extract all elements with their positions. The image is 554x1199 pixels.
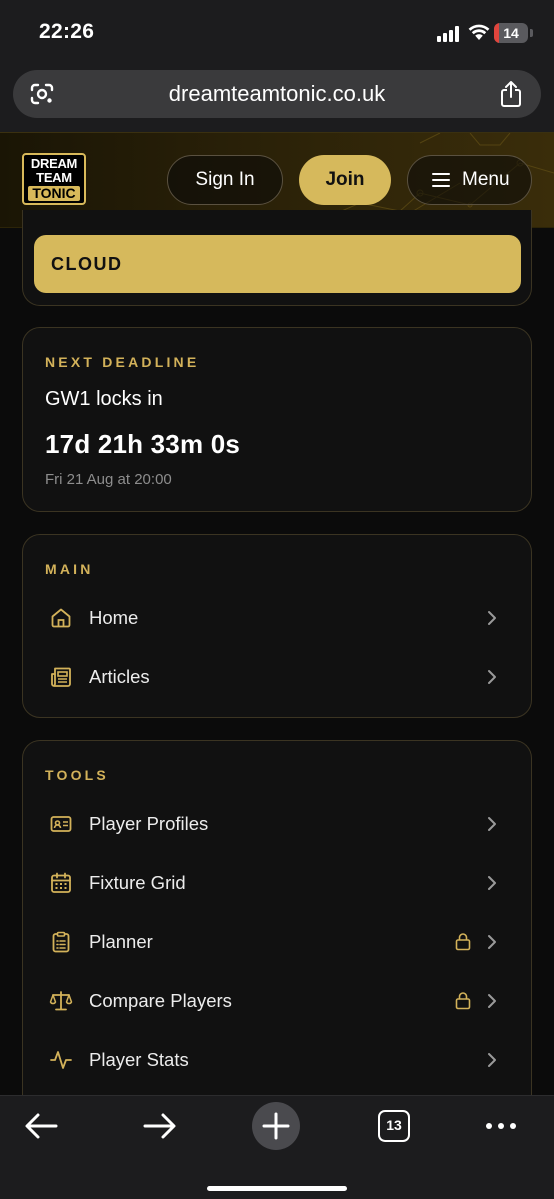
- tab-switcher-button[interactable]: 13: [370, 1102, 418, 1150]
- forward-arrow-icon[interactable]: [135, 1102, 183, 1150]
- menu-button-label: Menu: [462, 169, 510, 190]
- nav-item-compare-players[interactable]: Compare Players: [23, 972, 531, 1031]
- calendar-icon: [51, 872, 71, 893]
- site-logo[interactable]: DREAM TEAM TONIC: [22, 153, 86, 205]
- tools-section-heading: TOOLS: [45, 767, 109, 783]
- status-bar: 22:26 14: [0, 0, 554, 66]
- nav-item-label: Planner: [89, 931, 153, 952]
- logo-line-team: TEAM: [36, 170, 72, 185]
- chevron-right-icon: [488, 611, 496, 625]
- more-options-icon[interactable]: [477, 1102, 525, 1150]
- new-tab-button[interactable]: [252, 1102, 300, 1150]
- cellular-signal-icon: [437, 26, 463, 42]
- activity-icon: [50, 1051, 72, 1069]
- nav-item-label: Home: [89, 607, 139, 628]
- nav-item-label: Player Stats: [89, 1049, 189, 1070]
- nav-item-articles[interactable]: Articles: [23, 648, 531, 707]
- nav-item-fixture-grid[interactable]: Fixture Grid: [23, 854, 531, 913]
- nav-item-label: Player Profiles: [89, 813, 209, 834]
- newspaper-icon: [51, 667, 71, 687]
- battery-cap: [530, 29, 533, 37]
- chevron-right-icon: [488, 670, 496, 684]
- scales-icon: [49, 991, 73, 1011]
- tools-nav-card: TOOLS Player Profiles Fixture Grid Plann…: [22, 740, 532, 1100]
- tab-count: 13: [378, 1110, 410, 1142]
- lock-icon: [455, 933, 471, 951]
- menu-button[interactable]: Menu: [407, 155, 532, 205]
- logo-line-dream: DREAM: [30, 156, 78, 171]
- share-icon[interactable]: [499, 80, 523, 108]
- wifi-icon: [468, 24, 490, 40]
- chevron-right-icon: [488, 994, 496, 1008]
- next-deadline-card: NEXT DEADLINE GW1 locks in 17d 21h 33m 0…: [22, 327, 532, 512]
- battery-percent: 14: [503, 25, 519, 41]
- battery-indicator: 14: [494, 23, 528, 43]
- id-card-icon: [50, 816, 72, 832]
- chevron-right-icon: [488, 1053, 496, 1067]
- plus-icon: [262, 1112, 290, 1140]
- main-nav-card: MAIN Home Articles: [22, 534, 532, 718]
- join-button[interactable]: Join: [299, 155, 391, 205]
- home-icon: [51, 608, 71, 628]
- next-deadline-heading: NEXT DEADLINE: [45, 354, 200, 370]
- status-time: 22:26: [39, 20, 95, 43]
- cloud-button[interactable]: CLOUD: [34, 235, 521, 293]
- address-bar[interactable]: dreamteamtonic.co.uk: [13, 70, 541, 118]
- browser-address-area: dreamteamtonic.co.uk: [0, 66, 554, 132]
- chevron-right-icon: [488, 817, 496, 831]
- nav-item-label: Compare Players: [89, 990, 232, 1011]
- chevron-right-icon: [488, 876, 496, 890]
- logo-line-tonic: TONIC: [28, 186, 80, 201]
- lock-icon: [455, 992, 471, 1010]
- home-indicator: [207, 1186, 347, 1191]
- google-lens-icon[interactable]: [29, 82, 55, 106]
- browser-toolbar: 13: [0, 1095, 554, 1199]
- hamburger-icon: [432, 173, 450, 187]
- deadline-title: GW1 locks in: [45, 388, 163, 410]
- deadline-date: Fri 21 Aug at 20:00: [45, 471, 172, 488]
- nav-item-home[interactable]: Home: [23, 589, 531, 648]
- cloud-card: CLOUD: [22, 210, 532, 306]
- nav-item-player-profiles[interactable]: Player Profiles: [23, 795, 531, 854]
- clipboard-icon: [52, 931, 70, 953]
- nav-item-player-stats[interactable]: Player Stats: [23, 1031, 531, 1090]
- nav-item-label: Fixture Grid: [89, 872, 186, 893]
- nav-item-planner[interactable]: Planner: [23, 913, 531, 972]
- deadline-countdown: 17d 21h 33m 0s: [45, 429, 241, 459]
- back-arrow-icon[interactable]: [18, 1102, 66, 1150]
- nav-item-label: Articles: [89, 666, 150, 687]
- main-section-heading: MAIN: [45, 561, 94, 577]
- sign-in-button[interactable]: Sign In: [167, 155, 283, 205]
- url-text[interactable]: dreamteamtonic.co.uk: [13, 70, 541, 118]
- chevron-right-icon: [488, 935, 496, 949]
